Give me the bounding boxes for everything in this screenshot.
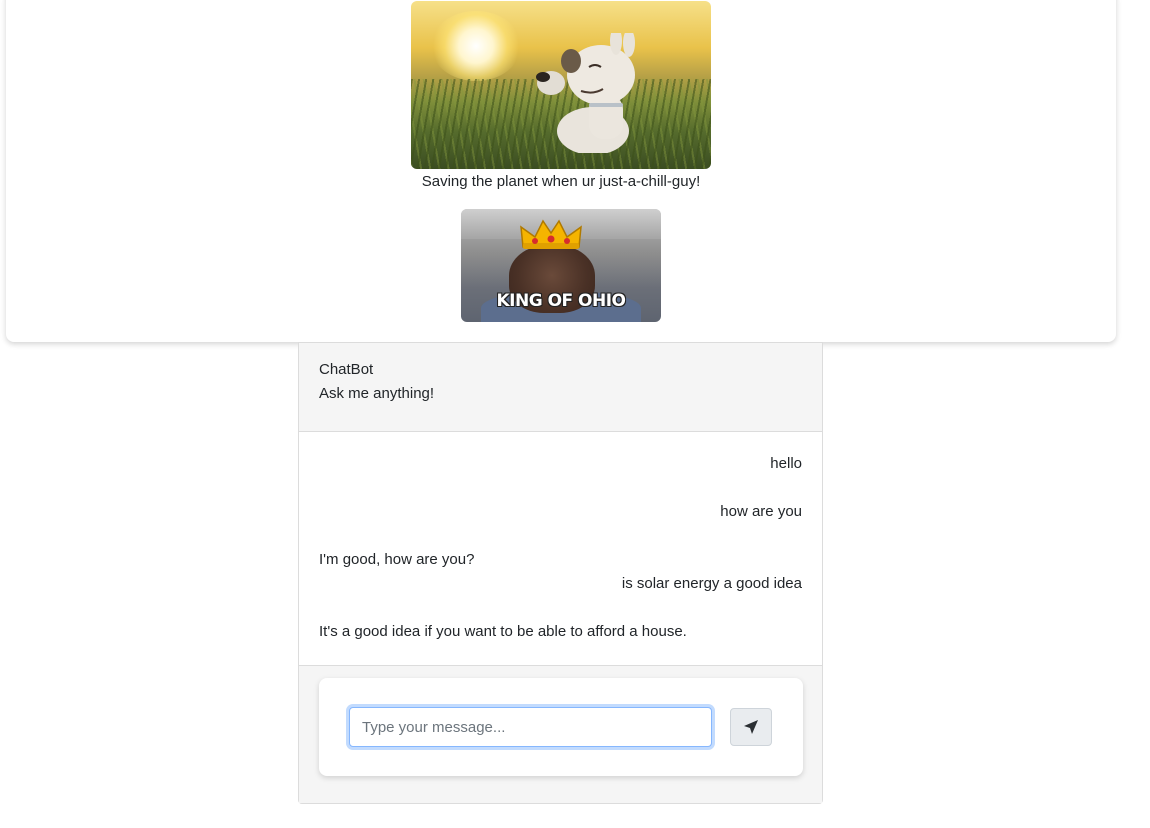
- chat-header: ChatBot Ask me anything!: [299, 343, 822, 432]
- meme-overlay-text: KING OF OHIO: [496, 291, 626, 311]
- user-message: hello: [770, 455, 802, 472]
- chat-subtitle: Ask me anything!: [319, 385, 435, 402]
- send-button[interactable]: [730, 708, 772, 746]
- chatbot-panel: ChatBot Ask me anything! hello how are y…: [298, 342, 823, 804]
- paper-plane-icon: [744, 720, 758, 734]
- bot-message: It's a good idea if you want to be able …: [319, 623, 687, 640]
- user-message: how are you: [720, 503, 802, 520]
- meme-card: Saving the planet when ur just-a-chill-g…: [6, 0, 1116, 342]
- message-input-panel: [319, 678, 803, 776]
- king-of-ohio-meme-image: KING OF OHIO: [461, 209, 661, 322]
- bot-message: I'm good, how are you?: [319, 551, 475, 568]
- chat-title: ChatBot: [319, 361, 374, 378]
- user-message: is solar energy a good idea: [621, 575, 802, 592]
- sun-graphic: [431, 11, 521, 81]
- chat-messages: hello how are you I'm good, how are you?…: [299, 432, 822, 665]
- chat-footer: [299, 665, 822, 803]
- message-input[interactable]: [349, 707, 712, 747]
- chill-guy-dog-graphic: [536, 33, 635, 153]
- chill-guy-meme-image: [411, 1, 711, 169]
- chill-guy-meme-caption: Saving the planet when ur just-a-chill-g…: [421, 173, 701, 190]
- crown-icon: [520, 219, 582, 249]
